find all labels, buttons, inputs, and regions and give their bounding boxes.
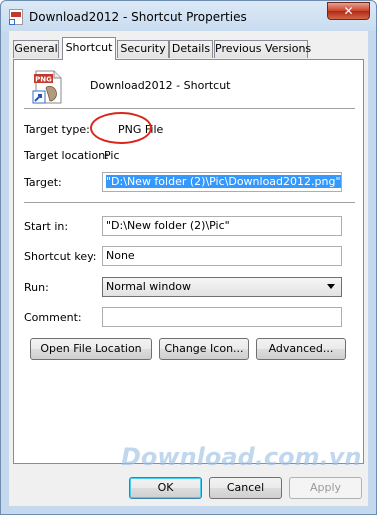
run-label: Run: [24, 281, 49, 294]
target-input[interactable]: "D:\New folder (2)\Pic\Download2012.png" [102, 172, 342, 192]
apply-button[interactable]: Apply [289, 477, 362, 499]
shortcut-file-icon [9, 9, 23, 25]
annotation-circle [90, 112, 152, 144]
watermark-logo: Download.com.vn [121, 443, 362, 471]
change-icon-button[interactable]: Change Icon... [159, 338, 249, 360]
shortcut-key-input[interactable]: None [102, 246, 342, 266]
target-label: Target: [24, 176, 62, 189]
advanced-button[interactable]: Advanced... [256, 338, 346, 360]
tab-general[interactable]: General [13, 40, 59, 58]
target-type-label: Target type: [24, 123, 90, 136]
chevron-down-icon [327, 284, 335, 289]
comment-input[interactable] [102, 307, 342, 327]
close-button[interactable]: ✕ [327, 2, 370, 20]
properties-window: Download2012 - Shortcut Properties ✕ Gen… [0, 0, 377, 515]
tab-details[interactable]: Details [169, 40, 213, 58]
window-title: Download2012 - Shortcut Properties [29, 10, 247, 24]
run-select[interactable]: Normal window [102, 277, 342, 297]
ok-button[interactable]: OK [129, 477, 202, 499]
middle-divider [24, 202, 355, 204]
png-shortcut-icon: PNG [32, 70, 62, 104]
start-in-input[interactable]: "D:\New folder (2)\Pic" [102, 216, 342, 236]
target-location-label: Target location: [24, 149, 109, 162]
shortcut-name: Download2012 - Shortcut [90, 79, 231, 92]
title-bar[interactable]: Download2012 - Shortcut Properties ✕ [1, 1, 376, 31]
start-in-label: Start in: [24, 220, 69, 233]
tab-previous-versions[interactable]: Previous Versions [214, 40, 311, 58]
shortcut-key-label: Shortcut key: [24, 250, 97, 263]
shortcut-tab-panel: PNG Download2012 - Shortcut Target type:… [13, 59, 364, 464]
run-select-value: Normal window [106, 280, 192, 293]
open-file-location-button[interactable]: Open File Location [30, 338, 152, 360]
dialog-client-area: General Shortcut Security Details Previo… [9, 31, 368, 506]
target-location-value: Pic [104, 149, 120, 162]
cancel-button[interactable]: Cancel [209, 477, 282, 499]
comment-label: Comment: [24, 311, 82, 324]
png-badge-label: PNG [35, 76, 52, 84]
target-input-value: "D:\New folder (2)\Pic\Download2012.png" [106, 175, 341, 188]
tab-shortcut[interactable]: Shortcut [62, 37, 116, 60]
top-divider [24, 108, 355, 110]
tab-security[interactable]: Security [117, 40, 169, 58]
